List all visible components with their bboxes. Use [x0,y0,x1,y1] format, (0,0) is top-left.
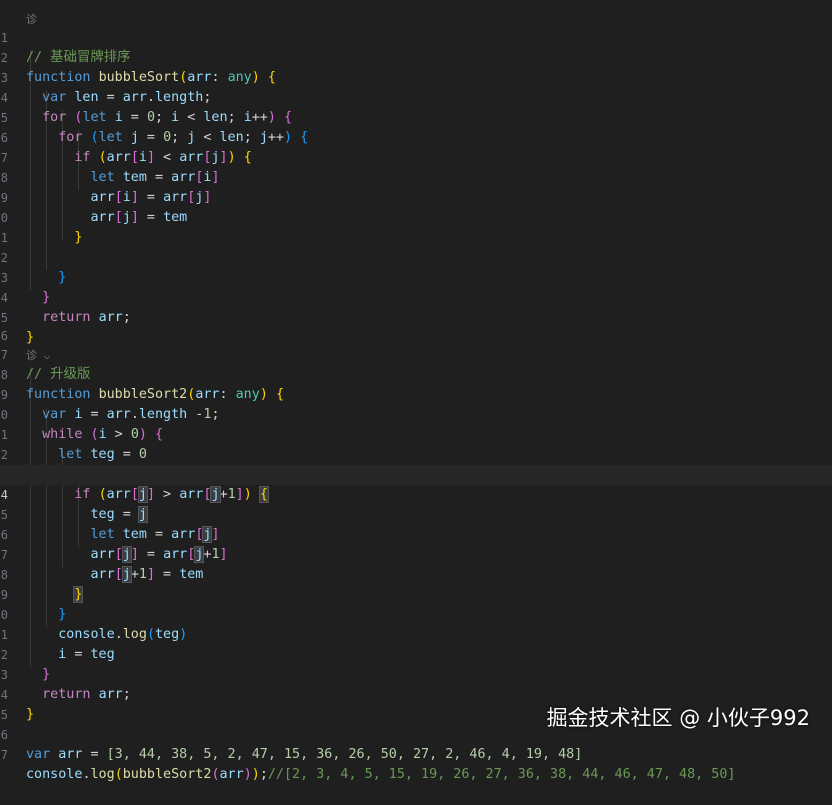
code-line[interactable]: 3 return arr; [0,645,832,702]
code-line[interactable]: 1 [0,208,832,245]
function-name: bubbleSort2 [122,767,212,782]
code-line[interactable]: 8 function bubbleSort2(arr: any) { [0,345,832,402]
code-line[interactable]: 5 let tem = arr[j] [0,485,832,543]
current-line[interactable]: 4 teg = j [0,465,832,523]
code-line[interactable]: 9 var i = arr.length -1; [0,365,832,422]
result-comment: //[2, 3, 4, 5, 15, 19, 26, 27, 36, 38, 4… [267,767,736,782]
code-line[interactable]: 2 function bubbleSort(arr: any) { [0,28,832,85]
code-line[interactable]: 9 arr[j] = tem [0,168,832,225]
code-line[interactable]: 7 arr[j+1] = tem [0,525,832,583]
identifier: console [26,767,83,782]
codelens-row[interactable]: 6 诊 ⌵ [0,306,832,362]
method: log [90,767,115,782]
code-line[interactable]: 9 } [0,565,832,622]
code-line[interactable]: 3 if (arr[j] > arr[j+1]) { [0,445,832,503]
code-line[interactable]: 7 let tem = arr[i] [0,128,832,185]
code-line[interactable]: 5 for (let j = 0; j < len; j++) { [0,88,832,145]
code-line[interactable]: 2 } [0,625,832,682]
code-line[interactable]: 4 } [0,665,832,722]
code-line[interactable]: 6 if (arr[i] < arr[j]) { [0,108,832,165]
code-line[interactable]: 3 } [0,248,832,305]
code-line[interactable]: 0 } [0,188,832,245]
code-line[interactable]: 7 // 升级版 [0,325,832,382]
code-line[interactable]: 8 arr[i] = arr[j] [0,148,832,205]
code-line[interactable]: 4 for (let i = 0; i < len; i++) { [0,68,832,125]
array-literal: [3, 44, 38, 5, 2, 47, 15, 36, 26, 50, 27… [106,747,583,762]
watermark: 掘金技术社区 @ 小伙子992 [546,706,810,730]
code-line[interactable]: 4 return arr; [0,268,832,325]
code-line[interactable]: 1 i = teg [0,605,832,662]
code-line[interactable]: 6 arr[j] = arr[j+1] [0,505,832,563]
code-line[interactable]: 0 console.log(teg) [0,585,832,642]
code-line[interactable]: 1 // 基础冒牌排序 [0,8,832,65]
code-editor[interactable]: 诊 1 // 基础冒牌排序 2 function bubbleSort(arr:… [0,0,832,782]
code-line[interactable]: 2 } [0,228,832,285]
code-line[interactable]: 3 var len = arr.length; [0,48,832,105]
code-line[interactable]: 8 } [0,545,832,603]
code-line[interactable]: 5 } [0,288,832,345]
code-line[interactable]: 2 for (let j = 0; j < i; j++) { [0,425,832,483]
line-number: 7 [0,748,8,762]
code-line[interactable]: 0 while (i > 0) { [0,385,832,442]
code-line[interactable]: 1 let teg = 0 [0,405,832,462]
